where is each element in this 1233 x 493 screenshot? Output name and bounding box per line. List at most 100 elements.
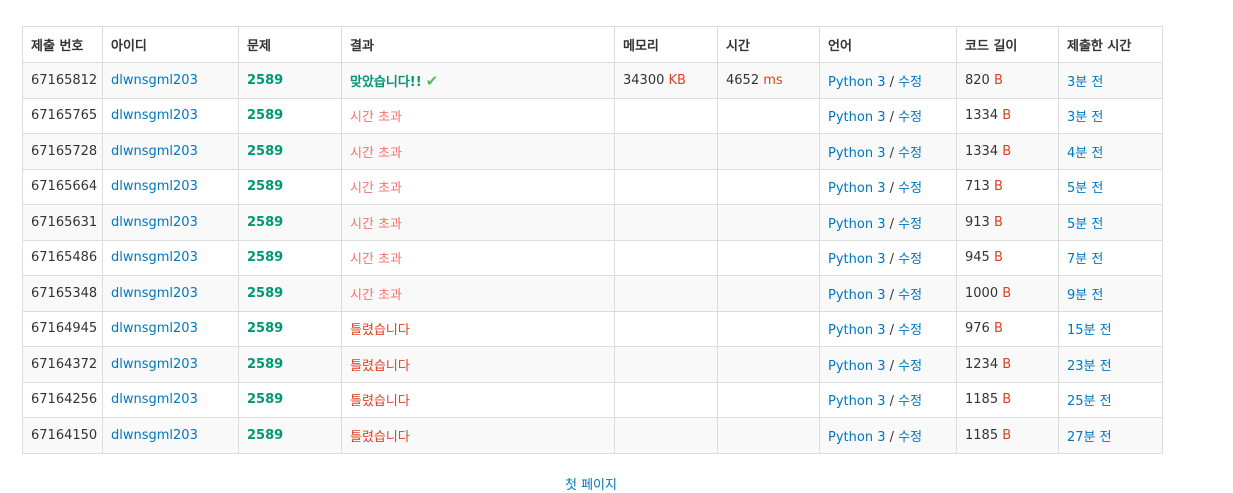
submitted-time-cell: 4분 전: [1058, 133, 1163, 170]
edit-link[interactable]: 수정: [898, 430, 922, 445]
edit-link[interactable]: 수정: [898, 181, 922, 196]
separator: /: [885, 216, 899, 232]
submitted-time-cell: 3분 전: [1058, 62, 1163, 99]
edit-link[interactable]: 수정: [898, 217, 922, 232]
result-cell: 틀렸습니다: [341, 381, 615, 418]
problem-link[interactable]: 2589: [247, 215, 283, 230]
user-link[interactable]: dlwnsgml203: [111, 428, 198, 443]
problem-cell: 2589: [238, 239, 342, 276]
col-language: 언어: [819, 26, 957, 63]
problem-link[interactable]: 2589: [247, 428, 283, 443]
language-cell: Python 3 / 수정: [819, 310, 957, 347]
user-link[interactable]: dlwnsgml203: [111, 286, 198, 301]
submission-id: 67165631: [22, 204, 103, 241]
language-link[interactable]: Python 3: [828, 252, 885, 267]
language-link[interactable]: Python 3: [828, 146, 885, 161]
separator: /: [885, 110, 899, 126]
user-link[interactable]: dlwnsgml203: [111, 250, 198, 265]
code-length-cell: 713 B: [956, 168, 1059, 205]
submitted-time-link[interactable]: 23분 전: [1067, 359, 1112, 374]
user-link[interactable]: dlwnsgml203: [111, 108, 198, 123]
submitted-time-link[interactable]: 4분 전: [1067, 146, 1103, 161]
language-link[interactable]: Python 3: [828, 288, 885, 303]
result-cell: 시간 초과: [341, 97, 615, 134]
table-row: 67165631 dlwnsgml203 2589 시간 초과 Python 3 / 수…: [22, 204, 1163, 241]
time-cell: [717, 381, 820, 418]
code-length-cell: 1234 B: [956, 346, 1059, 383]
problem-link[interactable]: 2589: [247, 392, 283, 407]
submission-id: 67164945: [22, 310, 103, 347]
user-cell: dlwnsgml203: [102, 239, 239, 276]
user-link[interactable]: dlwnsgml203: [111, 392, 198, 407]
submitted-time-link[interactable]: 15분 전: [1067, 323, 1112, 338]
user-cell: dlwnsgml203: [102, 168, 239, 205]
result-cell: 시간 초과: [341, 133, 615, 170]
separator: /: [885, 429, 899, 445]
problem-link[interactable]: 2589: [247, 73, 283, 88]
user-link[interactable]: dlwnsgml203: [111, 144, 198, 159]
submitted-time-link[interactable]: 7분 전: [1067, 252, 1103, 267]
result-status: 맞았습니다!!: [350, 74, 422, 90]
edit-link[interactable]: 수정: [898, 359, 922, 374]
first-page-link[interactable]: 첫 페이지: [565, 474, 617, 493]
user-link[interactable]: dlwnsgml203: [111, 357, 198, 372]
code-length-value: 1185: [965, 392, 999, 408]
user-link[interactable]: dlwnsgml203: [111, 179, 198, 194]
user-cell: dlwnsgml203: [102, 275, 239, 312]
language-link[interactable]: Python 3: [828, 430, 885, 445]
user-link[interactable]: dlwnsgml203: [111, 321, 198, 336]
problem-cell: 2589: [238, 62, 342, 99]
code-length-value: 820: [965, 72, 990, 88]
submitted-time-link[interactable]: 5분 전: [1067, 181, 1103, 196]
table-row: 67165664 dlwnsgml203 2589 시간 초과 Python 3 / 수…: [22, 168, 1163, 205]
problem-link[interactable]: 2589: [247, 108, 283, 123]
edit-link[interactable]: 수정: [898, 75, 922, 90]
problem-link[interactable]: 2589: [247, 357, 283, 372]
code-length-cell: 820 B: [956, 62, 1059, 99]
user-cell: dlwnsgml203: [102, 346, 239, 383]
submitted-time-link[interactable]: 3분 전: [1067, 75, 1103, 90]
code-length-value: 913: [965, 214, 990, 230]
language-link[interactable]: Python 3: [828, 217, 885, 232]
language-cell: Python 3 / 수정: [819, 275, 957, 312]
edit-link[interactable]: 수정: [898, 323, 922, 338]
result-status: 틀렸습니다: [350, 429, 410, 445]
language-link[interactable]: Python 3: [828, 394, 885, 409]
problem-link[interactable]: 2589: [247, 179, 283, 194]
problem-link[interactable]: 2589: [247, 286, 283, 301]
edit-link[interactable]: 수정: [898, 146, 922, 161]
result-status: 시간 초과: [350, 145, 402, 161]
user-link[interactable]: dlwnsgml203: [111, 215, 198, 230]
language-link[interactable]: Python 3: [828, 323, 885, 338]
language-cell: Python 3 / 수정: [819, 62, 957, 99]
code-length-value: 1185: [965, 427, 999, 443]
problem-link[interactable]: 2589: [247, 144, 283, 159]
submission-id: 67165348: [22, 275, 103, 312]
submitted-time-link[interactable]: 27분 전: [1067, 430, 1112, 445]
problem-cell: 2589: [238, 417, 342, 454]
submission-id: 67165728: [22, 133, 103, 170]
edit-link[interactable]: 수정: [898, 110, 922, 125]
edit-link[interactable]: 수정: [898, 288, 922, 303]
edit-link[interactable]: 수정: [898, 252, 922, 267]
submitted-time-link[interactable]: 5분 전: [1067, 217, 1103, 232]
separator: /: [885, 181, 899, 197]
submitted-time-link[interactable]: 3분 전: [1067, 110, 1103, 125]
table-row: 67164372 dlwnsgml203 2589 틀렸습니다 Python 3 / 수…: [22, 346, 1163, 383]
language-link[interactable]: Python 3: [828, 110, 885, 125]
memory-cell: 34300 KB: [614, 62, 718, 99]
submitted-time-link[interactable]: 9분 전: [1067, 288, 1103, 303]
user-link[interactable]: dlwnsgml203: [111, 73, 198, 88]
language-link[interactable]: Python 3: [828, 75, 885, 90]
submitted-time-link[interactable]: 25분 전: [1067, 394, 1112, 409]
col-problem: 문제: [238, 26, 342, 63]
problem-link[interactable]: 2589: [247, 250, 283, 265]
problem-cell: 2589: [238, 204, 342, 241]
edit-link[interactable]: 수정: [898, 394, 922, 409]
language-link[interactable]: Python 3: [828, 181, 885, 196]
problem-cell: 2589: [238, 97, 342, 134]
code-length-unit: B: [1002, 285, 1012, 301]
problem-link[interactable]: 2589: [247, 321, 283, 336]
time-cell: [717, 133, 820, 170]
language-link[interactable]: Python 3: [828, 359, 885, 374]
